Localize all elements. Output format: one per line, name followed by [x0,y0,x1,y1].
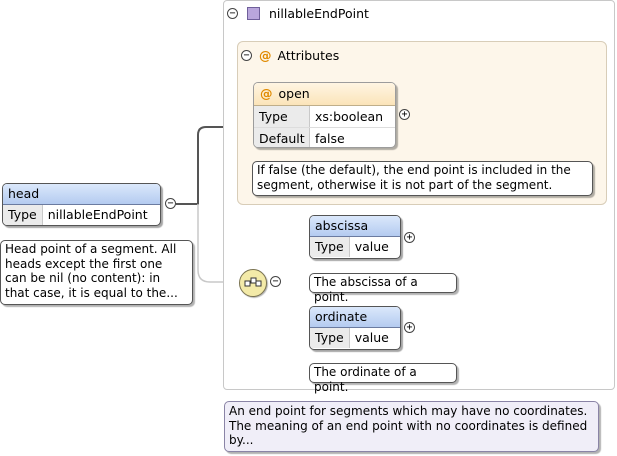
element-abscissa-box[interactable]: abscissa Type value [309,215,401,259]
collapse-icon[interactable]: − [270,276,281,287]
doc-line: The meaning of an end point with no coor… [229,418,588,433]
attribute-default-row: Default false [254,128,395,147]
attribute-icon: @ [260,86,273,101]
element-ordinate-header: ordinate [310,307,400,328]
row-key: Type [310,237,350,257]
element-head-doc: Head point of a segment. All heads excep… [0,240,193,305]
doc-line: by... [229,433,254,447]
element-abscissa-doc: The abscissa of a point. [309,273,457,304]
attribute-type-row: Type xs:boolean [254,106,395,128]
row-value: value [354,330,389,345]
element-head-box[interactable]: head Type nillableEndPoint [2,183,161,226]
attribute-open-header: @ open [254,83,395,106]
expand-icon[interactable]: + [399,109,410,120]
row-value: false [315,131,345,146]
row-value: nillableEndPoint [47,207,148,222]
row-value: xs:boolean [315,109,384,124]
element-head-type-row: Type nillableEndPoint [3,205,160,225]
element-abscissa-type-row: Type value [310,237,400,257]
row-key: Type [310,328,350,348]
expand-icon[interactable]: + [404,232,415,243]
element-ordinate-doc: The ordinate of a point. [309,363,457,394]
root-element-name: nillableEndPoint [269,6,369,21]
collapse-icon[interactable]: − [241,50,252,61]
root-element-doc: An end point for segments which may have… [224,401,599,452]
expand-icon[interactable]: + [404,322,415,333]
doc-line: An end point for segments which may have… [229,404,588,418]
element-icon [247,7,260,20]
row-key: Type [3,205,43,225]
doc-line: Head point of a segment. All [5,242,177,256]
doc-line: that case, it is equal to the... [5,285,178,300]
doc-line: heads except the first one [5,256,163,271]
attributes-group-label: Attributes [277,48,340,63]
element-head-header: head [3,184,160,205]
row-key: Type [254,106,310,127]
doc-line: can be nil (no content): in [5,271,161,285]
element-ordinate-type-row: Type value [310,328,400,348]
collapse-icon[interactable]: − [165,198,176,209]
element-ordinate-box[interactable]: ordinate Type value [309,306,401,350]
row-value: value [354,239,389,254]
sequence-icon[interactable] [239,269,267,297]
attribute-open-box[interactable]: @ open Type xs:boolean Default false [253,82,396,148]
element-abscissa-header: abscissa [310,216,400,237]
attributes-label: @ Attributes [259,47,339,65]
attribute-open-doc: If false (the default), the end point is… [252,161,593,196]
attribute-open-name: open [278,86,310,101]
attribute-icon: @ [259,48,272,63]
collapse-icon[interactable]: − [227,8,238,19]
row-key: Default [254,128,310,147]
